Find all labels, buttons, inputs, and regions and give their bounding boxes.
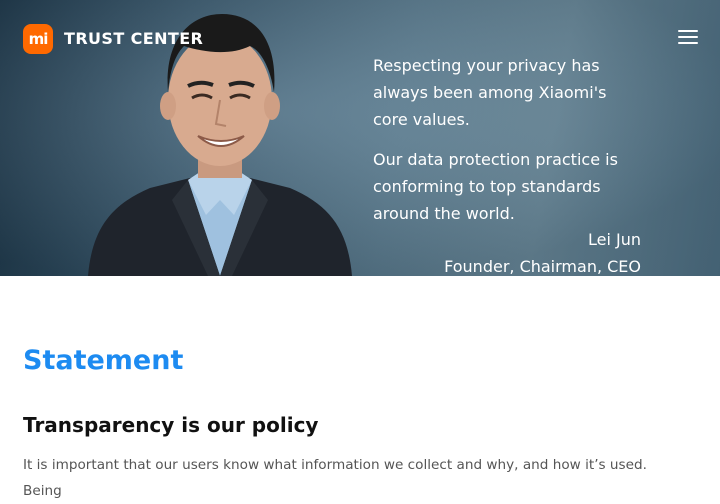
statement-paragraph: It is important that our users know what… [23,457,647,499]
site-brand-title[interactable]: TRUST CENTER [64,27,203,51]
hero-banner: mi TRUST CENTER Respecting your privacy … [0,0,720,276]
signature-title: Founder, Chairman, CEO [444,257,641,276]
mi-logo[interactable]: mi [23,24,53,54]
founder-quote: Respecting your privacy has always been … [373,52,645,240]
quote-line-standards: Our data protection practice is conformi… [373,150,618,223]
section-title: Statement [23,345,184,376]
quote-line-privacy: Respecting your privacy has always been … [373,56,607,129]
signature-name: Lei Jun [587,230,641,249]
section-subtitle: Transparency is our policy [23,413,319,437]
hamburger-menu-icon[interactable] [678,29,698,45]
